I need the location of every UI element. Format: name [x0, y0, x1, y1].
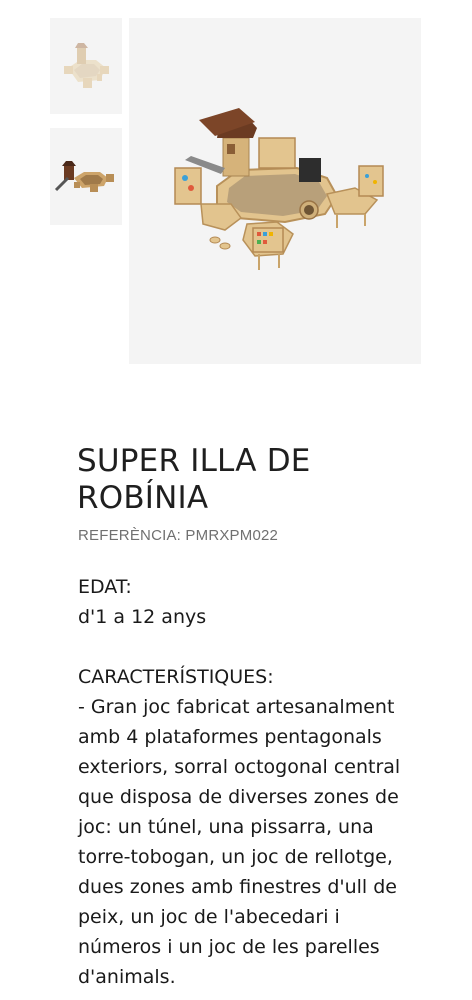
- gallery-thumbnail-1[interactable]: [50, 18, 122, 114]
- product-main-image[interactable]: [129, 18, 421, 364]
- age-value: d'1 a 12 anys: [78, 606, 207, 628]
- product-reference: REFERÈNCIA: PMRXPM022: [78, 527, 279, 544]
- playground-thumbnail-light-icon: [64, 43, 109, 88]
- playground-thumbnail-dark-icon: [54, 161, 114, 192]
- product-details: EDAT: d'1 a 12 anys CARACTERÍSTIQUES: - …: [78, 572, 408, 992]
- playground-main-image-icon: [174, 108, 384, 270]
- features-text: - Gran joc fabricat artesanalment amb 4 …: [78, 696, 401, 988]
- product-title: SUPER ILLA DE ROBÍNIA: [77, 443, 311, 516]
- gallery-thumbnail-2[interactable]: [50, 128, 122, 225]
- features-label: CARACTERÍSTIQUES:: [78, 666, 274, 688]
- age-label: EDAT:: [78, 576, 132, 598]
